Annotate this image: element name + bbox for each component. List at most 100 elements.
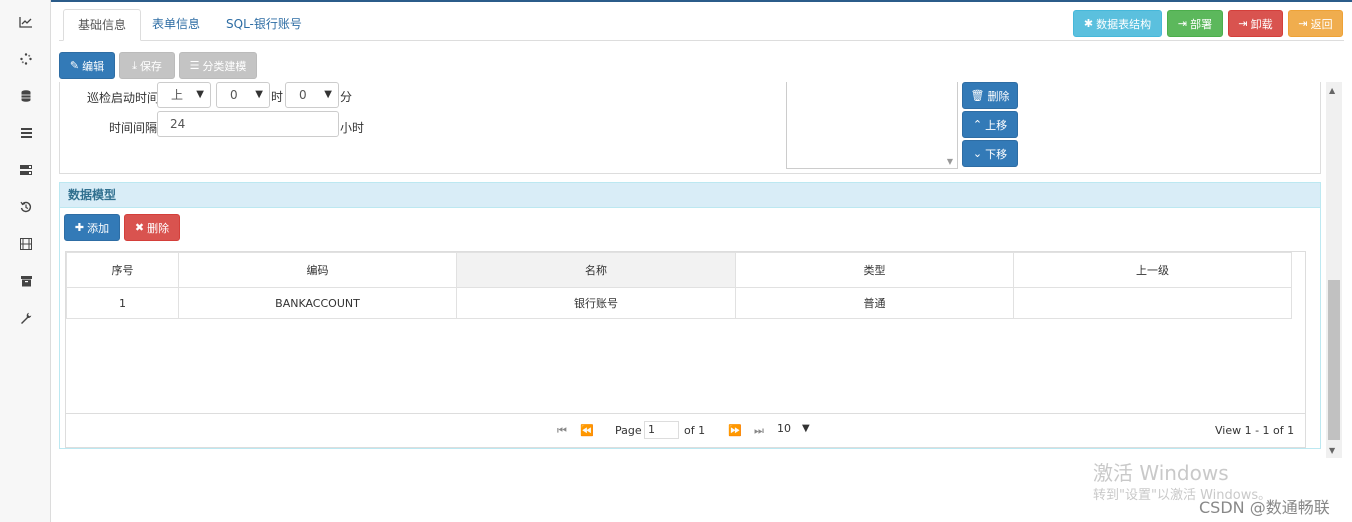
data-grid: 序号 编码 名称 类型 上一级 1 BANKACCOUNT 银行账号 普通 ⏮ xyxy=(65,251,1306,448)
add-button[interactable]: ✚ 添加 xyxy=(64,214,120,241)
cell-code: BANKACCOUNT xyxy=(178,287,457,319)
chart-line-icon[interactable] xyxy=(18,14,34,30)
interval-unit-label: 小时 xyxy=(340,121,365,135)
list-icon: ☰ xyxy=(189,59,200,72)
history-icon[interactable] xyxy=(18,199,34,215)
deploy-label: 部署 xyxy=(1190,17,1213,31)
category-modeling-button[interactable]: ☰ 分类建模 xyxy=(179,52,257,79)
delete-button[interactable]: ✖ 删除 xyxy=(124,214,180,241)
plus-icon: ✚ xyxy=(74,221,85,234)
column-header-parent[interactable]: 上一级 xyxy=(1013,252,1292,288)
cell-parent xyxy=(1013,287,1292,319)
scrollbar-thumb[interactable] xyxy=(1328,280,1340,440)
delete-label: 删除 xyxy=(147,221,170,235)
page-label: Page xyxy=(615,424,642,437)
close-icon: ✖ xyxy=(134,221,145,234)
film-icon[interactable] xyxy=(18,236,34,252)
item-listbox[interactable]: ▼ xyxy=(786,82,958,169)
column-header-index[interactable]: 序号 xyxy=(66,252,179,288)
activate-windows-title: 激活 Windows xyxy=(1093,461,1229,485)
page-number-input[interactable]: 1 xyxy=(644,421,679,439)
column-header-name[interactable]: 名称 xyxy=(456,252,736,288)
csdn-watermark: CSDN @数通畅联 xyxy=(1199,498,1330,517)
edit-icon: ✎ xyxy=(69,59,80,72)
table-header-row: 序号 编码 名称 类型 上一级 xyxy=(66,252,1292,288)
edit-button[interactable]: ✎ 编辑 xyxy=(59,52,115,79)
deploy-button[interactable]: ⇥ 部署 xyxy=(1167,10,1223,37)
page-size-select[interactable]: 10 ▼ xyxy=(774,421,817,439)
patrol-start-label: 巡检启动时间 xyxy=(87,91,160,105)
add-label: 添加 xyxy=(87,221,110,235)
page-scrollbar[interactable]: ▲ ▼ xyxy=(1326,82,1342,458)
cell-name: 银行账号 xyxy=(456,287,736,319)
tab-basic-info[interactable]: 基础信息 xyxy=(63,9,142,41)
minute-select[interactable]: 0 ▼ xyxy=(285,82,339,108)
move-up-label: 上移 xyxy=(985,118,1008,132)
table-structure-label: 数据表结构 xyxy=(1096,17,1152,31)
move-down-label: 下移 xyxy=(985,147,1008,161)
save-button[interactable]: ⤓ 保存 xyxy=(119,52,175,79)
tab-form-info[interactable]: 表单信息 xyxy=(138,9,214,41)
first-page-icon[interactable]: ⏮ xyxy=(557,424,567,438)
hour-value: 0 xyxy=(230,88,238,102)
category-modeling-label: 分类建模 xyxy=(202,59,247,73)
tab-sql-bank-account[interactable]: SQL-银行账号 xyxy=(212,9,316,41)
list-icon[interactable] xyxy=(18,125,34,141)
list-delete-button[interactable]: 🗑 删除 xyxy=(962,82,1018,109)
interval-label: 时间间隔 xyxy=(109,121,158,135)
scroll-up-icon[interactable]: ▲ xyxy=(1329,86,1335,95)
chevron-up-icon: ⌃ xyxy=(972,118,983,131)
column-header-type[interactable]: 类型 xyxy=(735,252,1014,288)
unload-button[interactable]: ⇥ 卸载 xyxy=(1228,10,1283,37)
list-delete-label: 删除 xyxy=(987,89,1010,103)
chevron-down-icon: ⌄ xyxy=(972,147,983,160)
trash-icon: 🗑 xyxy=(970,89,985,102)
data-model-title: 数据模型 xyxy=(60,183,1320,208)
data-model-panel: 数据模型 ✚ 添加 ✖ 删除 序号 编码 名称 类型 上一级 1 BANKACC… xyxy=(59,182,1321,449)
cell-type: 普通 xyxy=(735,287,1014,319)
edit-label: 编辑 xyxy=(82,59,105,73)
next-page-icon[interactable]: ⏩ xyxy=(728,424,742,437)
back-button[interactable]: ⇥ 返回 xyxy=(1288,10,1343,37)
save-label: 保存 xyxy=(139,59,162,73)
wrench-icon[interactable] xyxy=(18,310,34,326)
page-size-value: 10 xyxy=(777,422,791,435)
chevron-down-icon: ▼ xyxy=(802,423,810,434)
chevron-down-icon: ▼ xyxy=(196,89,204,100)
unload-label: 卸载 xyxy=(1250,17,1273,31)
hour-unit-label: 时 xyxy=(271,90,284,104)
prev-page-icon[interactable]: ⏪ xyxy=(580,424,594,437)
sign-in-icon: ⇥ xyxy=(1238,17,1248,30)
back-label: 返回 xyxy=(1310,17,1333,31)
table-structure-button[interactable]: ✱ 数据表结构 xyxy=(1073,10,1162,37)
cell-index: 1 xyxy=(66,287,179,319)
last-page-icon[interactable]: ⏭ xyxy=(754,424,764,438)
sign-in-icon: ⇥ xyxy=(1298,17,1308,30)
move-down-button[interactable]: ⌄ 下移 xyxy=(962,140,1018,167)
hour-select[interactable]: 0 ▼ xyxy=(216,82,270,108)
database-icon[interactable] xyxy=(18,88,34,104)
ampm-select[interactable]: 上 ▼ xyxy=(157,82,211,108)
view-records-text: View 1 - 1 of 1 xyxy=(1215,424,1295,437)
page-total-label: of 1 xyxy=(684,424,706,437)
column-header-code[interactable]: 编码 xyxy=(178,252,457,288)
interval-input[interactable]: 24 xyxy=(157,111,339,137)
table-row[interactable]: 1 BANKACCOUNT 银行账号 普通 xyxy=(66,287,1292,319)
data-table: 序号 编码 名称 类型 上一级 1 BANKACCOUNT 银行账号 普通 xyxy=(66,252,1292,319)
archive-icon[interactable] xyxy=(18,273,34,289)
scroll-down-icon[interactable]: ▼ xyxy=(1329,446,1335,455)
chevron-down-icon: ▼ xyxy=(255,89,263,100)
download-icon: ⤓ xyxy=(132,58,137,72)
move-up-button[interactable]: ⌃ 上移 xyxy=(962,111,1018,138)
minute-value: 0 xyxy=(299,88,307,102)
sign-in-icon: ⇥ xyxy=(1177,17,1188,30)
asterisk-icon: ✱ xyxy=(1083,17,1094,30)
top-accent-line xyxy=(51,0,1352,2)
chevron-down-icon: ▼ xyxy=(324,89,332,100)
scroll-down-icon[interactable]: ▼ xyxy=(947,157,953,166)
left-icon-rail xyxy=(0,0,51,522)
spinner-icon[interactable] xyxy=(18,51,34,67)
server-icon[interactable] xyxy=(18,162,34,178)
ampm-value: 上 xyxy=(171,88,184,102)
minute-unit-label: 分 xyxy=(340,90,353,104)
